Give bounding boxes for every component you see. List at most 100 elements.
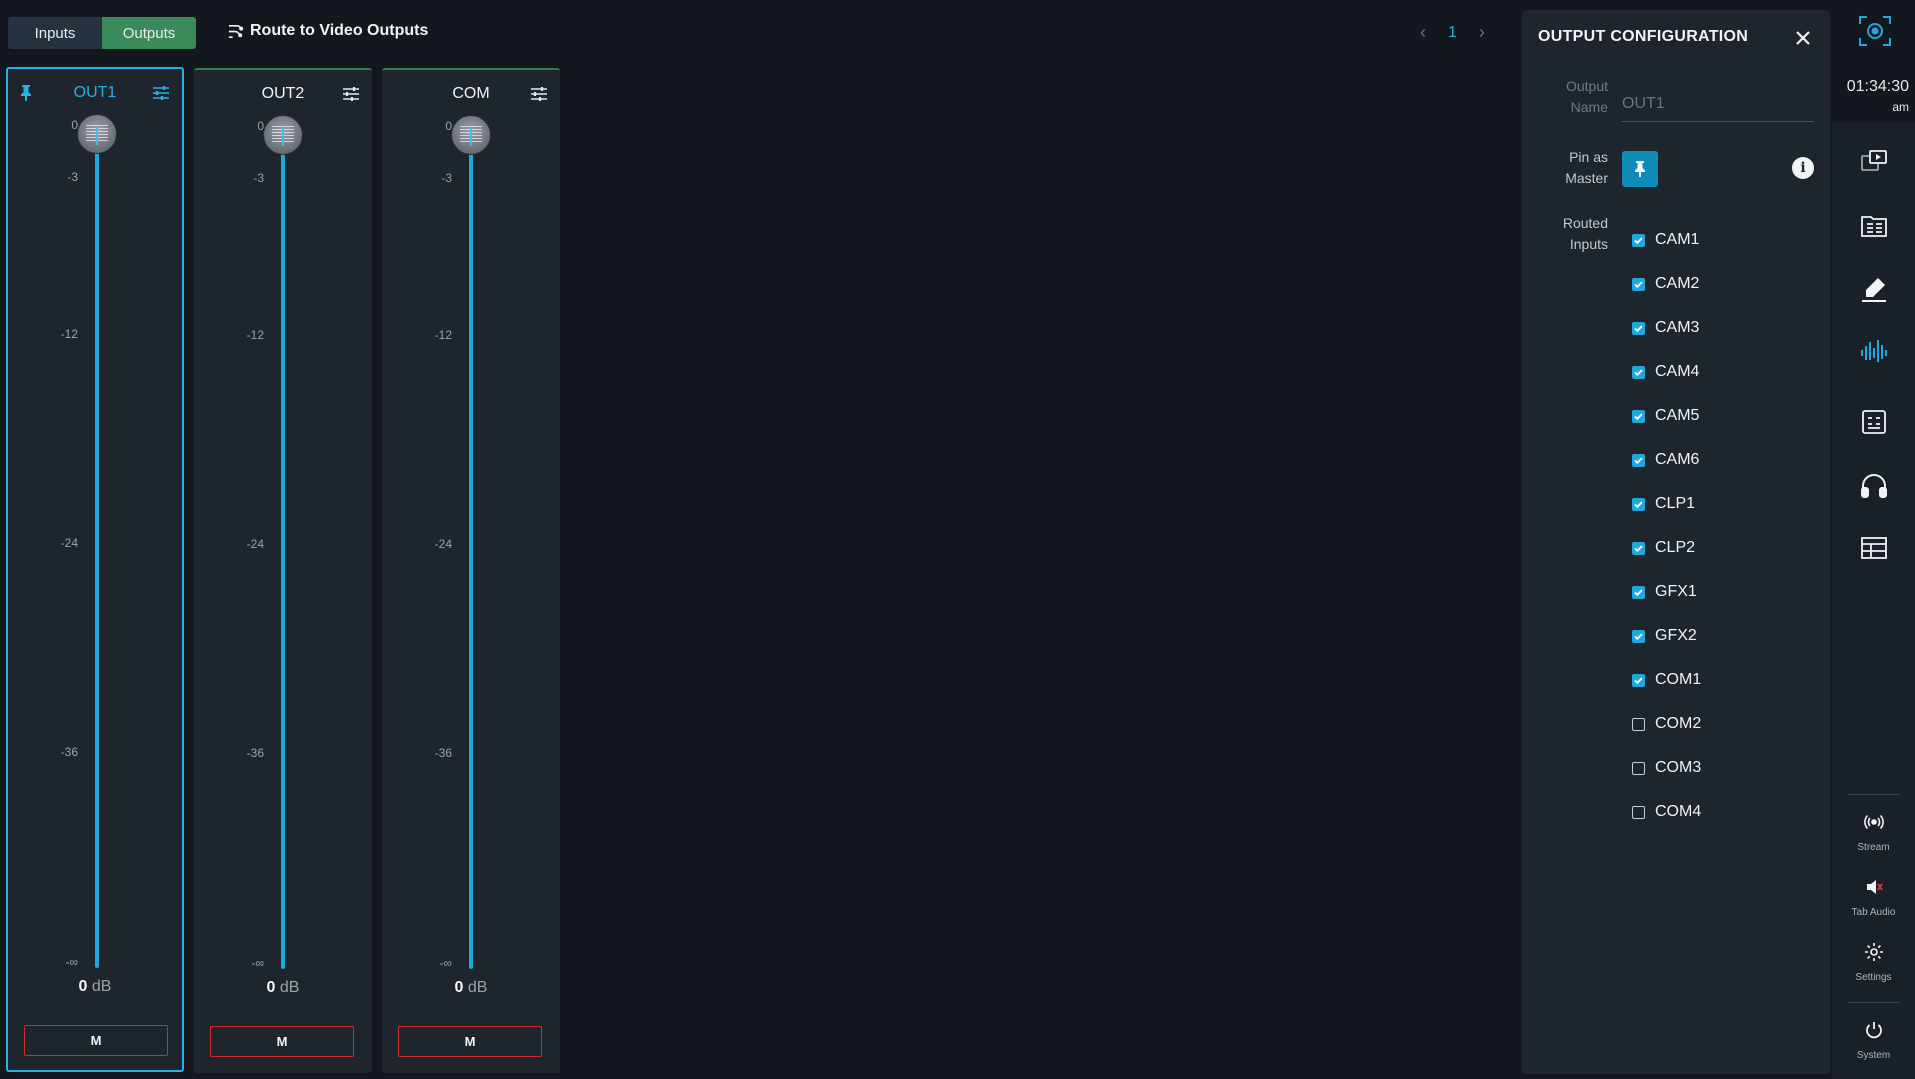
route-cam5[interactable]: CAM5 [1632, 394, 1701, 438]
route-label: COM1 [1655, 671, 1702, 688]
tune-icon[interactable] [530, 85, 548, 103]
route-cam1[interactable]: CAM1 [1632, 218, 1701, 262]
tune-icon[interactable] [152, 84, 170, 102]
fader-track[interactable] [281, 133, 285, 969]
tab-audio-label: Tab Audio [1851, 907, 1896, 918]
routed-inputs-label: Routed Inputs [1562, 215, 1608, 252]
capture-icon[interactable] [1858, 14, 1892, 48]
tab-inputs[interactable]: Inputs [8, 17, 102, 49]
tab-outputs[interactable]: Outputs [102, 17, 196, 49]
scale-tick: -3 [67, 170, 78, 184]
checkbox-checked[interactable] [1632, 365, 1645, 379]
fader-knob[interactable] [77, 114, 117, 154]
stream-icon[interactable] [1864, 812, 1884, 832]
layout-icon[interactable] [1858, 532, 1890, 564]
route-cam3[interactable]: CAM3 [1632, 306, 1701, 350]
scoreboard-icon[interactable] [1858, 406, 1890, 438]
route-label: CLP1 [1655, 495, 1696, 512]
checkbox-unchecked[interactable] [1632, 805, 1645, 819]
tune-icon[interactable] [342, 85, 360, 103]
prev-page-button[interactable]: ‹ [1420, 22, 1426, 43]
route-label: CAM5 [1655, 407, 1700, 424]
rail-tools: Stream Tab Audio Settings System [1832, 122, 1915, 1079]
scale-tick: -24 [246, 537, 264, 551]
close-icon[interactable] [1794, 29, 1812, 47]
audio-mixer-icon[interactable] [1858, 336, 1890, 368]
route-cam6[interactable]: CAM6 [1632, 438, 1701, 482]
checkbox-checked[interactable] [1632, 541, 1645, 555]
route-cam2[interactable]: CAM2 [1632, 262, 1701, 306]
route-cam4[interactable]: CAM4 [1632, 350, 1701, 394]
pin-as-master-button[interactable] [1622, 151, 1658, 187]
mute-button[interactable]: M [24, 1025, 168, 1056]
pin-icon [1635, 161, 1645, 177]
level-readout: 0 dB [454, 979, 488, 996]
level-readout: 0 dB [78, 978, 112, 995]
output-name-input[interactable] [1622, 80, 1814, 122]
panel-title: OUTPUT CONFIGURATION [1538, 28, 1749, 45]
fader-knob[interactable] [263, 115, 303, 155]
pin-as-master-label: Pin as Master [1565, 149, 1608, 186]
route-label: CAM4 [1655, 363, 1700, 380]
channel-strip-out1[interactable]: OUT1 0 -3 -12 -24 -36 -∞ 0 dB M [6, 67, 184, 1072]
video-playlist-icon[interactable] [1858, 146, 1890, 178]
channel-strip-com[interactable]: COM 0 -3 -12 -24 -36 -∞ 0 dB M [382, 68, 560, 1073]
checkbox-checked[interactable] [1632, 497, 1645, 511]
checkbox-unchecked[interactable] [1632, 761, 1645, 775]
route-to-video-outputs-button[interactable]: Route to Video Outputs [227, 22, 428, 40]
tab-audio-icon[interactable] [1864, 877, 1884, 897]
route-label: CAM6 [1655, 451, 1700, 468]
route-com2[interactable]: COM2 [1632, 702, 1701, 746]
route-icon [228, 24, 244, 38]
checkbox-checked[interactable] [1632, 453, 1645, 467]
scale-tick: -∞ [65, 955, 78, 969]
headphones-icon[interactable] [1858, 470, 1890, 502]
info-icon[interactable]: i [1792, 157, 1814, 179]
system-label: System [1856, 1050, 1891, 1061]
route-label: CAM2 [1655, 275, 1700, 292]
route-label: GFX1 [1655, 583, 1697, 600]
route-com1[interactable]: COM1 [1632, 658, 1701, 702]
media-library-icon[interactable] [1858, 210, 1890, 242]
route-label: CAM1 [1655, 231, 1700, 248]
scale-tick: -12 [434, 328, 452, 342]
power-icon[interactable] [1864, 1020, 1884, 1040]
route-label: COM3 [1655, 759, 1702, 776]
checkbox-checked[interactable] [1632, 277, 1645, 291]
checkbox-checked[interactable] [1632, 409, 1645, 423]
checkbox-checked[interactable] [1632, 585, 1645, 599]
mute-button[interactable]: M [398, 1026, 542, 1057]
strip-header: OUT1 [8, 81, 182, 107]
route-label: COM4 [1655, 803, 1702, 820]
next-page-button[interactable]: › [1479, 22, 1485, 43]
route-com4[interactable]: COM4 [1632, 790, 1701, 834]
checkbox-checked[interactable] [1632, 233, 1645, 247]
fader-knob[interactable] [451, 115, 491, 155]
fader-track[interactable] [95, 132, 99, 968]
checkbox-checked[interactable] [1632, 673, 1645, 687]
scale-tick: -12 [246, 328, 264, 342]
mute-button[interactable]: M [210, 1026, 354, 1057]
checkbox-unchecked[interactable] [1632, 717, 1645, 731]
route-clp2[interactable]: CLP2 [1632, 526, 1701, 570]
checkbox-checked[interactable] [1632, 629, 1645, 643]
io-tabs: Inputs Outputs [8, 17, 196, 49]
scale-tick: -∞ [251, 956, 264, 970]
scale-tick: 0 [71, 118, 78, 132]
channel-strip-out2[interactable]: OUT2 0 -3 -12 -24 -36 -∞ 0 dB M [194, 68, 372, 1073]
route-label: CAM3 [1655, 319, 1700, 336]
route-com3[interactable]: COM3 [1632, 746, 1701, 790]
route-gfx2[interactable]: GFX2 [1632, 614, 1701, 658]
pen-icon[interactable] [1858, 273, 1890, 305]
fader-track[interactable] [469, 133, 473, 969]
scale-tick: -12 [60, 327, 78, 341]
pager: ‹ 1 › [1420, 22, 1485, 43]
scale-tick: -36 [246, 746, 264, 760]
current-page[interactable]: 1 [1448, 24, 1457, 42]
route-clp1[interactable]: CLP1 [1632, 482, 1701, 526]
scale-tick: -24 [60, 536, 78, 550]
settings-icon[interactable] [1864, 942, 1884, 962]
right-rail: 01:34:30 am Stream Tab Audio Settings Sy… [1832, 0, 1915, 1079]
route-gfx1[interactable]: GFX1 [1632, 570, 1701, 614]
checkbox-checked[interactable] [1632, 321, 1645, 335]
